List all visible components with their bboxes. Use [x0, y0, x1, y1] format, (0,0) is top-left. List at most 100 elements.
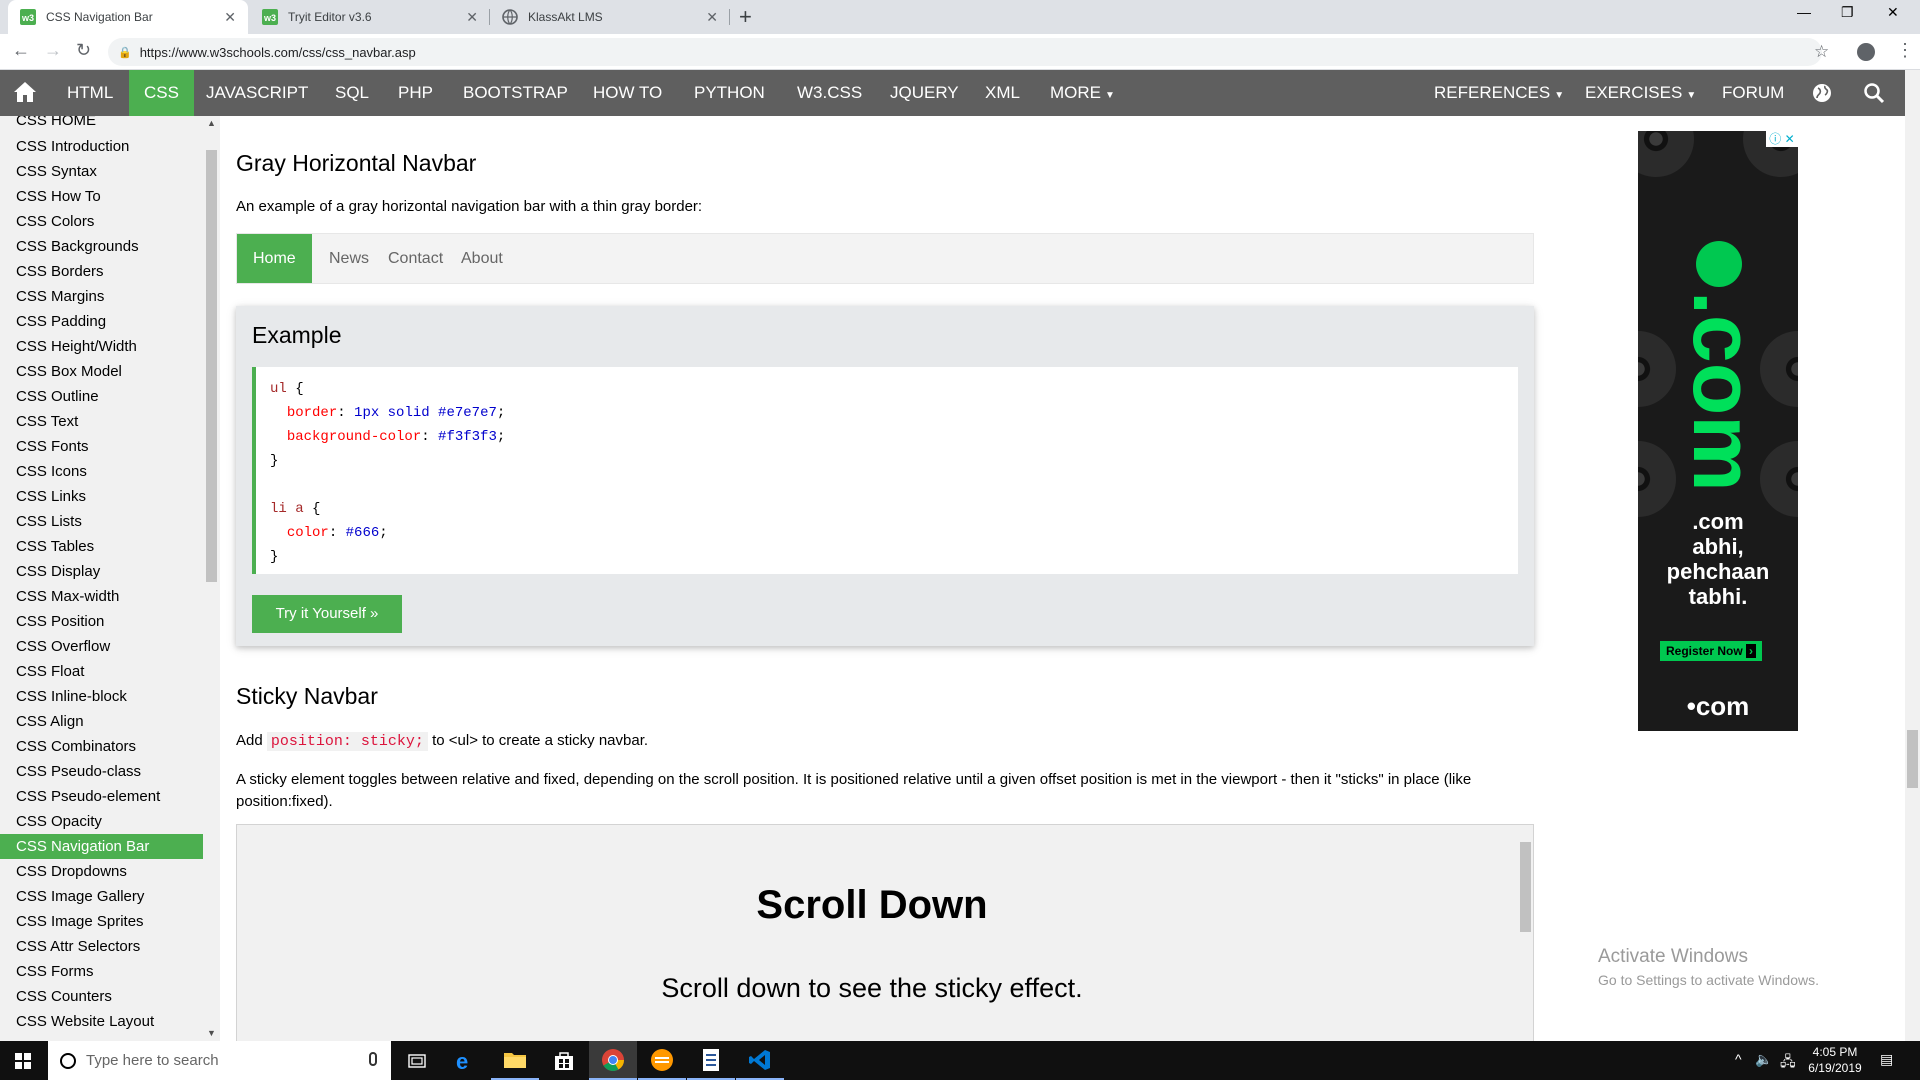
- topnav-forum[interactable]: FORUM: [1707, 70, 1799, 116]
- minimize-icon[interactable]: —: [1797, 4, 1811, 20]
- restore-window-icon[interactable]: ❐: [1841, 4, 1854, 21]
- microphone-icon[interactable]: [369, 1052, 377, 1066]
- close-tab-icon[interactable]: ✕: [466, 9, 478, 26]
- topnav-html[interactable]: HTML: [52, 70, 128, 116]
- page-scrollbar-track[interactable]: [1905, 70, 1920, 1041]
- try-it-yourself-button[interactable]: Try it Yourself »: [252, 595, 402, 633]
- topnav-exercises-menu[interactable]: EXERCISES ▼: [1570, 70, 1711, 116]
- sidebar-item-css-how-to[interactable]: CSS How To: [0, 184, 203, 209]
- sidebar-item-css-borders[interactable]: CSS Borders: [0, 259, 203, 284]
- sidebar-item-css-colors[interactable]: CSS Colors: [0, 209, 203, 234]
- topnav-jquery[interactable]: JQUERY: [875, 70, 974, 116]
- sidebar-item-css-image-sprites[interactable]: CSS Image Sprites: [0, 909, 203, 934]
- close-window-icon[interactable]: ✕: [1887, 4, 1899, 21]
- bookmark-star-icon[interactable]: ☆: [1814, 42, 1829, 62]
- page-scrollbar-thumb[interactable]: [1907, 730, 1918, 788]
- demo-frame-scrollbar-thumb[interactable]: [1520, 842, 1531, 932]
- topnav-references-menu[interactable]: REFERENCES ▼: [1419, 70, 1579, 116]
- sidebar-item-css-icons[interactable]: CSS Icons: [0, 459, 203, 484]
- notepad-document-icon[interactable]: [687, 1041, 735, 1080]
- sidebar-item-css-tables[interactable]: CSS Tables: [0, 534, 203, 559]
- close-tab-icon[interactable]: ✕: [706, 9, 718, 26]
- task-view-icon[interactable]: [393, 1041, 441, 1080]
- windows-start-icon[interactable]: [15, 1053, 31, 1069]
- edge-browser-icon[interactable]: e: [442, 1041, 490, 1080]
- browser-menu-icon[interactable]: ⋮: [1896, 40, 1914, 61]
- topnav-css[interactable]: CSS: [129, 70, 194, 116]
- sidebar-item-css-box-model[interactable]: CSS Box Model: [0, 359, 203, 384]
- volume-icon[interactable]: 🔈: [1755, 1051, 1772, 1068]
- account-avatar-icon[interactable]: [1857, 43, 1875, 61]
- sidebar-item-css-introduction[interactable]: CSS Introduction: [0, 134, 203, 159]
- sidebar-item-css-text[interactable]: CSS Text: [0, 409, 203, 434]
- sidebar-item-css-overflow[interactable]: CSS Overflow: [0, 634, 203, 659]
- sidebar-item-css-dropdowns[interactable]: CSS Dropdowns: [0, 859, 203, 884]
- taskbar-search-box[interactable]: Type here to search: [48, 1041, 391, 1080]
- sidebar-item-css-opacity[interactable]: CSS Opacity: [0, 809, 203, 834]
- sidebar-item-css-height-width[interactable]: CSS Height/Width: [0, 334, 203, 359]
- sidebar-item-css-padding[interactable]: CSS Padding: [0, 309, 203, 334]
- topnav-sql[interactable]: SQL: [320, 70, 384, 116]
- sidebar-item-css-align[interactable]: CSS Align: [0, 709, 203, 734]
- tab-tryit-editor[interactable]: w3 Tryit Editor v3.6 ✕: [250, 0, 490, 34]
- home-icon[interactable]: [13, 81, 37, 103]
- sidebar-item-css-outline[interactable]: CSS Outline: [0, 384, 203, 409]
- topnav-bootstrap[interactable]: BOOTSTRAP: [448, 70, 583, 116]
- topnav-python[interactable]: PYTHON: [679, 70, 780, 116]
- close-tab-icon[interactable]: ✕: [224, 9, 236, 26]
- chrome-browser-icon[interactable]: [589, 1041, 637, 1080]
- topnav-php[interactable]: PHP: [383, 70, 448, 116]
- sidebar-item-css-pseudo-element[interactable]: CSS Pseudo-element: [0, 784, 203, 809]
- taskbar-clock[interactable]: 4:05 PM 6/19/2019: [1800, 1044, 1870, 1076]
- sidebar-item-css-attr-selectors[interactable]: CSS Attr Selectors: [0, 934, 203, 959]
- ad-choices-close-icon[interactable]: ⓘ ✕: [1766, 131, 1798, 147]
- ad-register-now-button[interactable]: Register Now ›: [1660, 641, 1763, 661]
- sidebar-item-css-syntax[interactable]: CSS Syntax: [0, 159, 203, 184]
- store-icon[interactable]: [540, 1041, 588, 1080]
- sidebar-scrollbar-thumb[interactable]: [206, 150, 217, 582]
- tab-klassakt-lms[interactable]: KlassAkt LMS ✕: [490, 0, 730, 34]
- topnav-javascript[interactable]: JAVASCRIPT: [191, 70, 323, 116]
- sublime-editor-icon[interactable]: [638, 1041, 686, 1080]
- sticky-demo-frame[interactable]: Scroll Down Scroll down to see the stick…: [236, 824, 1534, 1041]
- sidebar-item-css-fonts[interactable]: CSS Fonts: [0, 434, 203, 459]
- sidebar-item-css-navigation-bar[interactable]: CSS Navigation Bar: [0, 834, 203, 859]
- topnav-more-menu[interactable]: MORE ▼: [1035, 70, 1130, 116]
- globe-translate-icon[interactable]: [1812, 83, 1832, 103]
- back-arrow-icon[interactable]: ←: [12, 40, 30, 61]
- sidebar-item-css-forms[interactable]: CSS Forms: [0, 959, 203, 984]
- sidebar-item-css-margins[interactable]: CSS Margins: [0, 284, 203, 309]
- sidebar-item-css-lists[interactable]: CSS Lists: [0, 509, 203, 534]
- show-hidden-icons-chevron-icon[interactable]: ^: [1735, 1051, 1742, 1067]
- sidebar-item-css-float[interactable]: CSS Float: [0, 659, 203, 684]
- reload-icon[interactable]: ↻: [76, 40, 91, 61]
- sidebar-item-css-links[interactable]: CSS Links: [0, 484, 203, 509]
- topnav-w3css[interactable]: W3.CSS: [782, 70, 877, 116]
- sidebar-item-css-website-layout[interactable]: CSS Website Layout: [0, 1009, 203, 1034]
- new-tab-plus-icon[interactable]: +: [739, 4, 752, 30]
- scroll-up-arrow-icon[interactable]: ▲: [207, 118, 216, 128]
- action-center-icon[interactable]: ▤: [1880, 1051, 1893, 1068]
- sidebar-item-css-home[interactable]: CSS HOME: [0, 116, 203, 133]
- sidebar-item-css-combinators[interactable]: CSS Combinators: [0, 734, 203, 759]
- sidebar-item-css-position[interactable]: CSS Position: [0, 609, 203, 634]
- demo-nav-home[interactable]: Home: [237, 234, 312, 283]
- topnav-xml[interactable]: XML: [970, 70, 1035, 116]
- sidebar-item-css-image-gallery[interactable]: CSS Image Gallery: [0, 884, 203, 909]
- file-explorer-icon[interactable]: [491, 1041, 539, 1080]
- network-icon[interactable]: 🖧: [1780, 1051, 1796, 1075]
- tab-css-navigation-bar[interactable]: w3 CSS Navigation Bar ✕: [8, 0, 248, 34]
- sidebar-item-css-backgrounds[interactable]: CSS Backgrounds: [0, 234, 203, 259]
- search-icon[interactable]: [1863, 82, 1885, 104]
- sidebar-item-css-inline-block[interactable]: CSS Inline-block: [0, 684, 203, 709]
- url-field[interactable]: 🔒 https://www.w3schools.com/css/css_navb…: [108, 38, 1822, 66]
- advertisement-banner[interactable]: .com .com abhi, pehchaan tabhi. Register…: [1638, 131, 1798, 731]
- sidebar-item-css-counters[interactable]: CSS Counters: [0, 984, 203, 1009]
- sidebar-item-css-max-width[interactable]: CSS Max-width: [0, 584, 203, 609]
- sidebar-item-css-pseudo-class[interactable]: CSS Pseudo-class: [0, 759, 203, 784]
- vscode-icon[interactable]: [736, 1041, 784, 1080]
- forward-arrow-icon[interactable]: →: [44, 40, 62, 61]
- topnav-how-to[interactable]: HOW TO: [578, 70, 677, 116]
- demo-nav-about[interactable]: About: [445, 234, 519, 283]
- sidebar-item-css-display[interactable]: CSS Display: [0, 559, 203, 584]
